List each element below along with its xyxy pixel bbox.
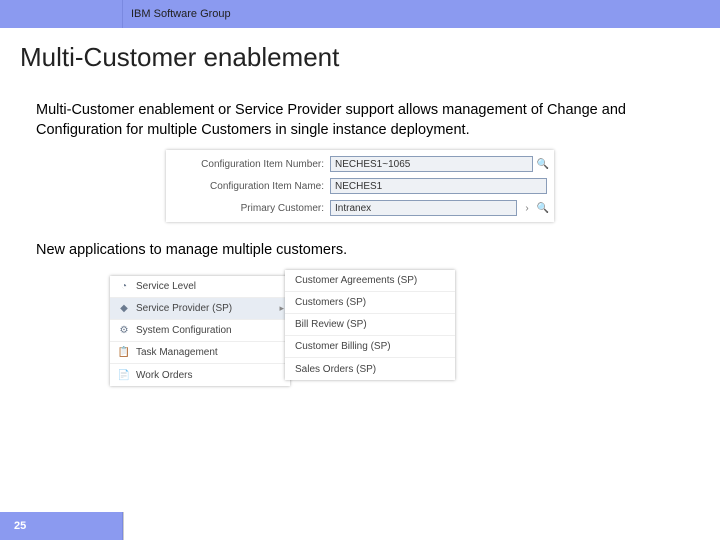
menu-item-customer-agreements[interactable]: Customer Agreements (SP) <box>285 270 455 292</box>
header-left-block <box>0 0 123 28</box>
system-config-icon: ⚙ <box>116 325 132 336</box>
config-form-panel: Configuration Item Number: NECHES1~1065 … <box>166 150 554 222</box>
menu-label: Work Orders <box>132 370 284 381</box>
menu-label: Task Management <box>132 347 284 358</box>
menu-panels: ◔ Service Level ◆ Service Provider (SP) … <box>110 270 720 415</box>
menu-item-customer-billing[interactable]: Customer Billing (SP) <box>285 336 455 358</box>
search-icon[interactable]: 🔍 <box>536 157 550 171</box>
paragraph-1: Multi-Customer enablement or Service Pro… <box>0 73 720 140</box>
form-input[interactable]: NECHES1 <box>330 178 547 194</box>
page-number: 25 <box>0 512 123 540</box>
menu-item-service-level[interactable]: ◔ Service Level <box>110 276 290 298</box>
form-input[interactable]: NECHES1~1065 <box>330 156 533 172</box>
footer-divider <box>123 512 124 540</box>
menu-label: Service Level <box>132 281 284 292</box>
detail-icon[interactable]: › <box>520 201 534 215</box>
search-icon[interactable]: 🔍 <box>536 201 550 215</box>
work-orders-icon: 📄 <box>116 370 132 381</box>
form-label: Configuration Item Number: <box>170 159 330 170</box>
task-management-icon: 📋 <box>116 347 132 358</box>
service-provider-icon: ◆ <box>116 303 132 314</box>
menu-label: System Configuration <box>132 325 284 336</box>
menu-label: Sales Orders (SP) <box>291 364 449 375</box>
menu-label: Customer Billing (SP) <box>291 341 449 352</box>
form-row: Configuration Item Name: NECHES1 <box>170 175 550 197</box>
header-group-text: IBM Software Group <box>123 8 231 20</box>
menu-label: Bill Review (SP) <box>291 319 449 330</box>
form-icons: 🔍 <box>533 157 550 171</box>
service-level-icon: ◔ <box>116 281 132 292</box>
menu-item-customers[interactable]: Customers (SP) <box>285 292 455 314</box>
menu-item-sales-orders[interactable]: Sales Orders (SP) <box>285 358 455 380</box>
form-icons: › 🔍 <box>517 201 550 215</box>
form-input[interactable]: Intranex <box>330 200 517 216</box>
menu-label: Service Provider (SP) <box>132 303 279 314</box>
menu-item-system-config[interactable]: ⚙ System Configuration <box>110 320 290 342</box>
paragraph-2: New applications to manage multiple cust… <box>0 222 720 258</box>
header-bar: IBM Software Group <box>0 0 720 28</box>
menu-label: Customer Agreements (SP) <box>291 275 449 286</box>
menu-item-bill-review[interactable]: Bill Review (SP) <box>285 314 455 336</box>
form-row: Configuration Item Number: NECHES1~1065 … <box>170 153 550 175</box>
menu-item-work-orders[interactable]: 📄 Work Orders <box>110 364 290 386</box>
footer: 25 <box>0 512 720 540</box>
menu-label: Customers (SP) <box>291 297 449 308</box>
right-menu-panel: Customer Agreements (SP) Customers (SP) … <box>285 270 455 380</box>
form-row: Primary Customer: Intranex › 🔍 <box>170 197 550 219</box>
menu-item-task-management[interactable]: 📋 Task Management <box>110 342 290 364</box>
form-label: Primary Customer: <box>170 203 330 214</box>
form-label: Configuration Item Name: <box>170 181 330 192</box>
left-menu-panel: ◔ Service Level ◆ Service Provider (SP) … <box>110 276 290 386</box>
menu-item-service-provider[interactable]: ◆ Service Provider (SP) ▸ <box>110 298 290 320</box>
chevron-right-icon: ▸ <box>279 303 284 314</box>
slide-title: Multi-Customer enablement <box>0 28 720 73</box>
